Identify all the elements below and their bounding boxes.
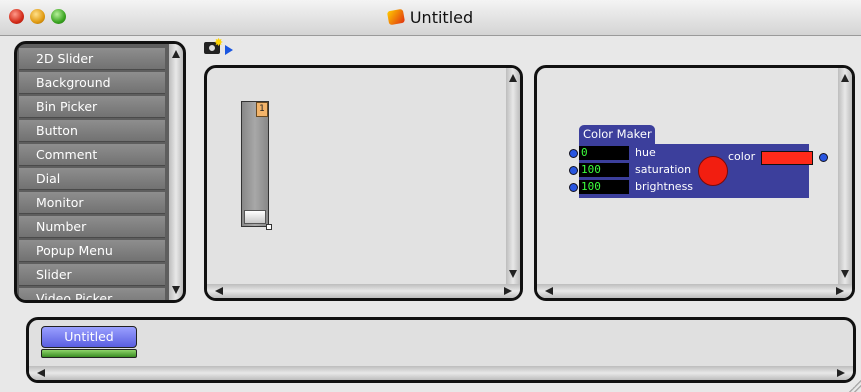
layout-canvas[interactable]: 1 [204,65,523,301]
scroll-up-arrow-icon[interactable] [172,50,180,58]
palette-item[interactable]: Number [19,216,165,238]
canvas-vertical-scrollbar[interactable] [838,68,852,284]
scroll-down-arrow-icon[interactable] [509,270,517,278]
window-title: Untitled [0,8,861,27]
window-title-text: Untitled [409,8,474,27]
palette-item[interactable]: Background [19,72,165,94]
slider-widget[interactable]: 1 [241,101,272,230]
tab-panel-scrollbar[interactable] [29,366,853,380]
color-maker-module[interactable]: 0 hue 100 saturation 100 brightness colo… [569,144,828,198]
hue-label: hue [635,146,656,159]
snapshot-tool-button[interactable]: ✸ [204,36,234,58]
input-port[interactable] [569,166,578,175]
window-resize-grip[interactable] [849,380,861,392]
canvas-horizontal-scrollbar[interactable] [537,284,852,298]
palette-item[interactable]: Popup Menu [19,240,165,262]
scroll-right-arrow-icon[interactable] [837,369,845,377]
palette-item[interactable]: Bin Picker [19,96,165,118]
scroll-left-arrow-icon[interactable] [545,287,553,295]
saturation-label: saturation [635,163,692,176]
tab-untitled[interactable]: Untitled [41,326,137,348]
palette-item[interactable]: Dial [19,168,165,190]
scroll-left-arrow-icon[interactable] [215,287,223,295]
widget-palette: 2D Slider Background Bin Picker Button C… [14,41,186,303]
scroll-down-arrow-icon[interactable] [841,270,849,278]
palette-item[interactable]: Slider [19,264,165,286]
play-triangle-icon [225,45,233,55]
palette-scrollbar[interactable] [169,44,183,300]
output-port[interactable] [819,153,828,162]
scroll-up-arrow-icon[interactable] [841,74,849,82]
scroll-right-arrow-icon[interactable] [504,287,512,295]
palette-item[interactable]: Comment [19,144,165,166]
hue-field[interactable]: 0 [579,146,629,160]
palette-item[interactable]: 2D Slider [19,48,165,70]
input-row-brightness: 100 brightness [569,180,809,194]
brightness-field[interactable]: 100 [579,180,629,194]
scroll-right-arrow-icon[interactable] [836,287,844,295]
palette-item[interactable]: Video Picker [19,288,165,300]
color-output-label: color [728,150,756,163]
sparkle-icon: ✸ [214,36,224,49]
color-preview-swatch [698,156,728,186]
title-bar: Untitled [0,0,861,36]
document-tab-panel: Untitled [26,317,856,383]
input-port[interactable] [569,183,578,192]
scroll-left-arrow-icon[interactable] [37,369,45,377]
tab-progress-bar [41,349,137,358]
color-output-field [761,151,813,165]
brightness-label: brightness [635,180,694,193]
palette-item[interactable]: Button [19,120,165,142]
canvas-horizontal-scrollbar[interactable] [207,284,520,298]
palette-item[interactable]: Monitor [19,192,165,214]
scroll-up-arrow-icon[interactable] [509,74,517,82]
color-maker-title[interactable]: Color Maker [579,125,655,144]
slider-thumb[interactable] [244,210,266,224]
widget-id-badge: 1 [256,102,268,117]
saturation-field[interactable]: 100 [579,163,629,177]
resize-handle[interactable] [266,224,272,230]
canvas-vertical-scrollbar[interactable] [506,68,520,284]
app-icon [386,8,405,26]
patch-canvas[interactable]: Color Maker 0 hue 100 saturation 100 bri… [534,65,855,301]
input-row-saturation: 100 saturation [569,163,809,177]
scroll-down-arrow-icon[interactable] [172,286,180,294]
input-port[interactable] [569,149,578,158]
